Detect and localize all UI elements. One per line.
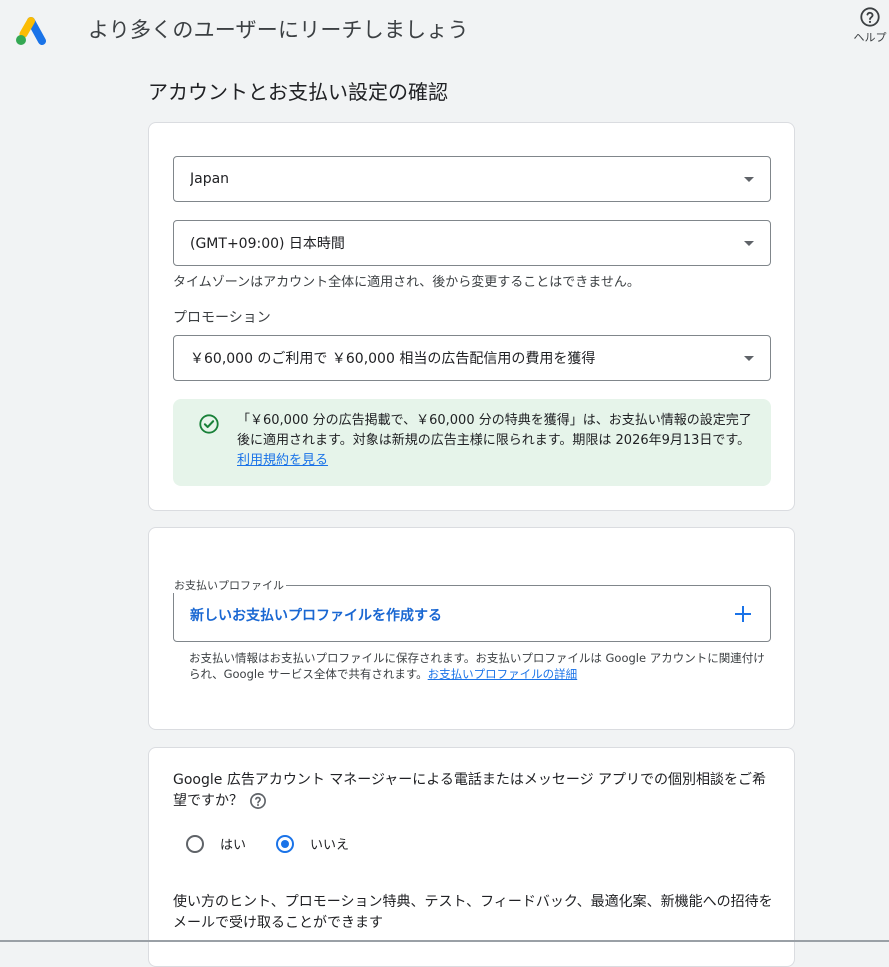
help-button[interactable]: ヘルプ xyxy=(848,6,889,45)
radio-no-button[interactable] xyxy=(276,834,294,853)
timezone-select[interactable]: (GMT+09:00) 日本時間 xyxy=(173,220,771,266)
page-title: アカウントとお支払い設定の確認 xyxy=(148,80,448,104)
payment-profile-card: お支払いプロファイル 新しいお支払いプロファイルを作成する お支払い情報はお支払… xyxy=(148,527,795,730)
dropdown-arrow-icon xyxy=(744,355,754,361)
check-circle-icon xyxy=(199,414,219,434)
dropdown-arrow-icon xyxy=(744,240,754,246)
terms-link[interactable]: 利用規約を見る xyxy=(237,453,328,468)
consultation-question: Google 広告アカウント マネージャーによる電話またはメッセージ アプリでの… xyxy=(173,770,773,812)
radio-no-label: いいえ xyxy=(310,838,350,853)
timezone-note: タイムゾーンはアカウント全体に適用され、後から変更することはできません。 xyxy=(173,275,640,290)
promotion-info-box: 「￥60,000 分の広告掲載で、￥60,000 分の特典を獲得」は、お支払い情… xyxy=(173,399,771,486)
account-settings-card: Japan (GMT+09:00) 日本時間 タイムゾーンはアカウント全体に適用… xyxy=(148,122,795,511)
radio-yes-label: はい xyxy=(220,838,247,853)
payment-profile-legend: お支払いプロファイル xyxy=(172,577,286,593)
plus-icon[interactable] xyxy=(734,605,752,623)
dropdown-arrow-icon xyxy=(744,176,754,182)
help-circle-icon xyxy=(860,7,880,27)
google-ads-logo xyxy=(16,17,46,45)
country-value: Japan xyxy=(190,171,230,187)
promotion-select[interactable]: ￥60,000 のご利用で ￥60,000 相当の広告配信用の費用を獲得 xyxy=(173,335,771,381)
promotion-label: プロモーション xyxy=(173,310,271,326)
consultation-card: Google 広告アカウント マネージャーによる電話またはメッセージ アプリでの… xyxy=(148,747,795,967)
promotion-value: ￥60,000 のご利用で ￥60,000 相当の広告配信用の費用を獲得 xyxy=(190,351,596,367)
promotion-message: 「￥60,000 分の広告掲載で、￥60,000 分の特典を獲得」は、お支払い情… xyxy=(237,411,757,471)
help-circle-icon[interactable] xyxy=(249,792,267,810)
payment-profile-field[interactable]: お支払いプロファイル 新しいお支払いプロファイルを作成する xyxy=(172,577,771,642)
app-title: より多くのユーザーにリーチしましょう xyxy=(88,18,469,42)
timezone-value: (GMT+09:00) 日本時間 xyxy=(190,236,345,252)
payment-profile-note: お支払い情報はお支払いプロファイルに保存されます。お支払いプロファイルは Goo… xyxy=(189,650,769,682)
payment-profile-details-link[interactable]: お支払いプロファイルの詳細 xyxy=(428,667,578,681)
radio-no[interactable]: いいえ xyxy=(276,834,349,853)
help-label: ヘルプ xyxy=(853,31,887,44)
email-tips-text: 使い方のヒント、プロモーション特典、テスト、フィードバック、最適化案、新機能への… xyxy=(173,894,773,931)
country-select[interactable]: Japan xyxy=(173,156,771,202)
create-payment-profile-button[interactable]: 新しいお支払いプロファイルを作成する xyxy=(190,605,442,625)
radio-yes[interactable]: はい xyxy=(186,834,246,853)
radio-yes-button[interactable] xyxy=(186,834,204,853)
promotion-message-text: 「￥60,000 分の広告掲載で、￥60,000 分の特典を獲得」は、お支払い情… xyxy=(237,413,752,448)
